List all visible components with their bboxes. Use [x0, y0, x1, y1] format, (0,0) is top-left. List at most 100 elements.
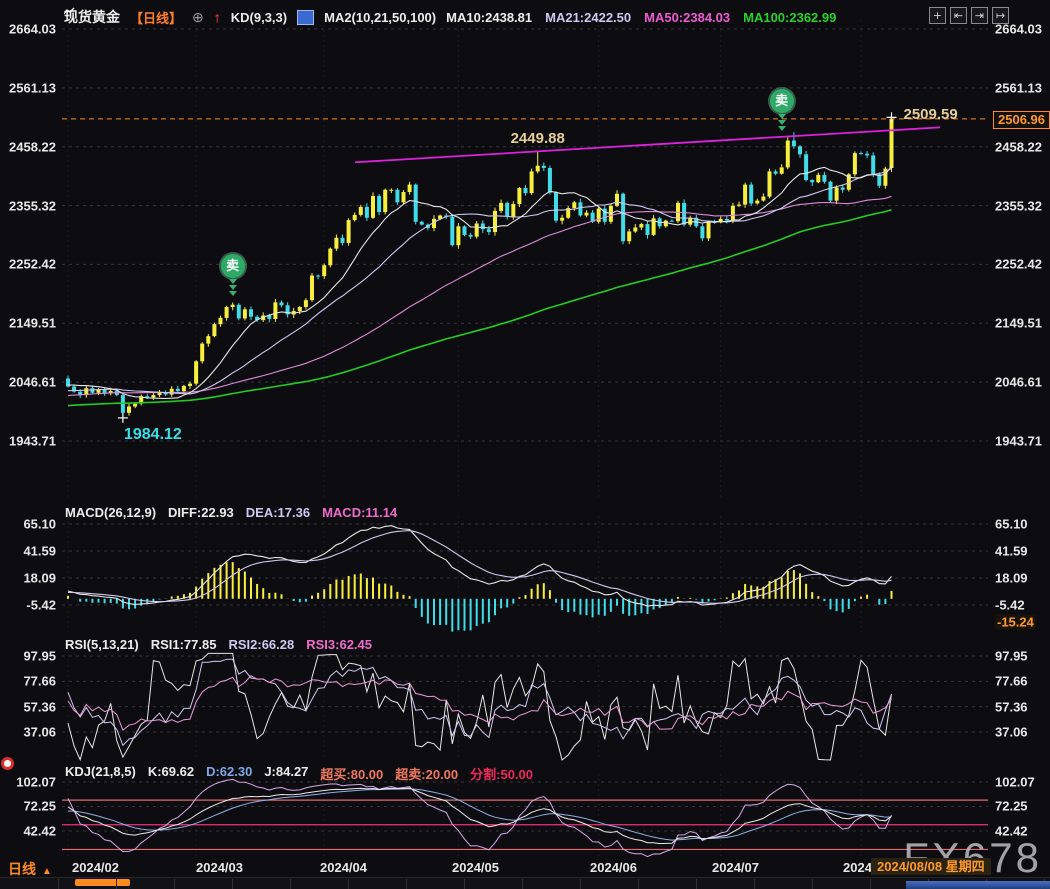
- axis-tick-left: 37.06: [4, 725, 56, 740]
- scrollbar-tick: [174, 879, 175, 889]
- red-dot-icon[interactable]: [1, 757, 14, 770]
- scrollbar-tick: [116, 879, 117, 889]
- axis-tick-right: 2046.61: [995, 375, 1042, 390]
- x-axis-bar: 日线▲ 2024/022024/032024/042024/052024/062…: [0, 858, 1050, 877]
- ma-value-label: MA50:2384.03: [644, 10, 730, 25]
- pan-icon[interactable]: +: [929, 7, 946, 24]
- kd-indicator-label: KD(9,3,3): [231, 10, 287, 25]
- axis-tick-left: 18.09: [4, 570, 56, 585]
- scrollbar-thumb[interactable]: [75, 879, 130, 886]
- axis-tick-left: 1943.71: [4, 434, 56, 449]
- macd-diff-value: DIFF:22.93: [168, 505, 234, 520]
- axis-tick-right: 2561.13: [995, 80, 1042, 95]
- axis-tick-right: 1943.71: [995, 434, 1042, 449]
- current-date-tag: 2024/08/08 星期四: [871, 858, 991, 875]
- rsi-title: RSI(5,13,21): [65, 637, 139, 652]
- triangle-up-icon: ▲: [42, 866, 52, 877]
- chart-scrollbar: [0, 877, 1050, 889]
- axis-tick-left: 97.95: [4, 649, 56, 664]
- axis-tick-left: 65.10: [4, 517, 56, 532]
- axis-tick-right: 18.09: [995, 570, 1028, 585]
- axis-tick-right: 41.59: [995, 544, 1028, 559]
- axis-tick-right: 42.42: [995, 824, 1028, 839]
- axis-tick-left: 41.59: [4, 544, 56, 559]
- axis-tick-left: 102.07: [4, 775, 56, 790]
- axis-tick-right: 65.10: [995, 517, 1028, 532]
- ma-legend: MA10:2438.81MA21:2422.50MA50:2384.03MA10…: [446, 10, 836, 25]
- ma-value-label: MA100:2362.99: [743, 10, 836, 25]
- axis-tick-left: 2664.03: [4, 22, 56, 37]
- kdj-oversold-label: 超卖:20.00: [395, 764, 458, 783]
- ma-value-label: MA10:2438.81: [446, 10, 532, 25]
- mini-chart-icon[interactable]: [297, 10, 314, 25]
- x-axis-date: 2024/04: [320, 860, 367, 875]
- x-axis-date: 2024/02: [72, 860, 119, 875]
- rsi2-value: RSI2:66.28: [228, 637, 294, 652]
- chart-header: 现货黄金 【日线】 ⊕ ↑ KD(9,3,3) MA2(10,21,50,100…: [64, 7, 836, 27]
- sell-signal-badge: 卖: [219, 254, 247, 297]
- axis-tick-left: 2458.22: [4, 139, 56, 154]
- triangle-down-icon: [778, 120, 786, 125]
- axis-tick-right: 37.06: [995, 725, 1028, 740]
- axis-tick-left: 77.66: [4, 674, 56, 689]
- scrollbar-tick: [290, 879, 291, 889]
- fit-y-axis-icon[interactable]: ⇥: [971, 7, 988, 24]
- axis-tick-left: 2046.61: [4, 375, 56, 390]
- sell-badge-label: 卖: [221, 254, 245, 278]
- scrollbar-tick: [638, 879, 639, 889]
- axis-tick-right: -5.42: [995, 598, 1025, 613]
- axis-tick-left: 42.42: [4, 824, 56, 839]
- axis-tick-right: 97.95: [995, 649, 1028, 664]
- add-indicator-icon[interactable]: ⊕: [192, 9, 204, 26]
- axis-tick-right: 72.25: [995, 799, 1028, 814]
- scrollbar-tick: [812, 879, 813, 889]
- scrollbar-tick: [58, 879, 59, 889]
- axis-tick-right: 2149.51: [995, 316, 1042, 331]
- triangle-down-icon: [778, 114, 786, 119]
- macd-title: MACD(26,12,9): [65, 505, 156, 520]
- axis-tick-left: 2355.32: [4, 198, 56, 213]
- kdj-j-value: J:84.27: [264, 764, 308, 783]
- macd-low-tag: -15.24: [995, 615, 1036, 630]
- period-label: 日线: [8, 861, 36, 877]
- kdj-overbought-label: 超买:80.00: [320, 764, 383, 783]
- sell-badge-label: 卖: [770, 89, 794, 113]
- axis-tick-right: 102.07: [995, 775, 1035, 790]
- scrollbar-tick: [464, 879, 465, 889]
- last-high-label: 2509.59: [904, 106, 958, 123]
- scrollbar-tick: [348, 879, 349, 889]
- scrollbar-tick: [580, 879, 581, 889]
- rsi1-value: RSI1:77.85: [151, 637, 217, 652]
- swing-high-label: 2449.88: [511, 130, 565, 147]
- triangle-down-icon: [229, 279, 237, 284]
- scrollbar-tick: [522, 879, 523, 889]
- period-tag[interactable]: 【日线】: [130, 8, 182, 27]
- x-axis-date: 2024/07: [712, 860, 759, 875]
- x-axis-date: 2024/03: [196, 860, 243, 875]
- macd-value: MACD:11.14: [322, 505, 397, 520]
- axis-tick-left: 2252.42: [4, 257, 56, 272]
- rsi3-value: RSI3:62.45: [306, 637, 372, 652]
- kdj-split-label: 分割:50.00: [470, 764, 533, 783]
- triangle-down-icon: [229, 291, 237, 296]
- triangle-down-icon: [229, 285, 237, 290]
- rsi-panel-title: RSI(5,13,21) RSI1:77.85 RSI2:66.28 RSI3:…: [65, 637, 372, 652]
- axis-tick-left: -5.42: [4, 598, 56, 613]
- trading-chart-window: 现货黄金 【日线】 ⊕ ↑ KD(9,3,3) MA2(10,21,50,100…: [0, 0, 1050, 889]
- corner-blue-bar: [906, 881, 1050, 889]
- scrollbar-tick: [870, 879, 871, 889]
- current-price-tag: 2506.96: [993, 111, 1050, 129]
- kdj-title: KDJ(21,8,5): [65, 764, 136, 783]
- axis-tick-right: 2252.42: [995, 257, 1042, 272]
- scrollbar-tick: [406, 879, 407, 889]
- axis-tick-left: 2149.51: [4, 316, 56, 331]
- sell-signal-badge: 卖: [768, 89, 796, 132]
- x-axis-date: 2024/05: [452, 860, 499, 875]
- up-arrow-icon: ↑: [214, 9, 221, 25]
- scrollbar-tick: [696, 879, 697, 889]
- period-selector-button[interactable]: 日线 ▲: [8, 859, 52, 879]
- fit-x-axis-icon[interactable]: ⇤: [950, 7, 967, 24]
- ma-group-label: MA2(10,21,50,100): [324, 10, 436, 25]
- axis-tick-right: 2664.03: [995, 22, 1042, 37]
- axis-tick-right: 2355.32: [995, 198, 1042, 213]
